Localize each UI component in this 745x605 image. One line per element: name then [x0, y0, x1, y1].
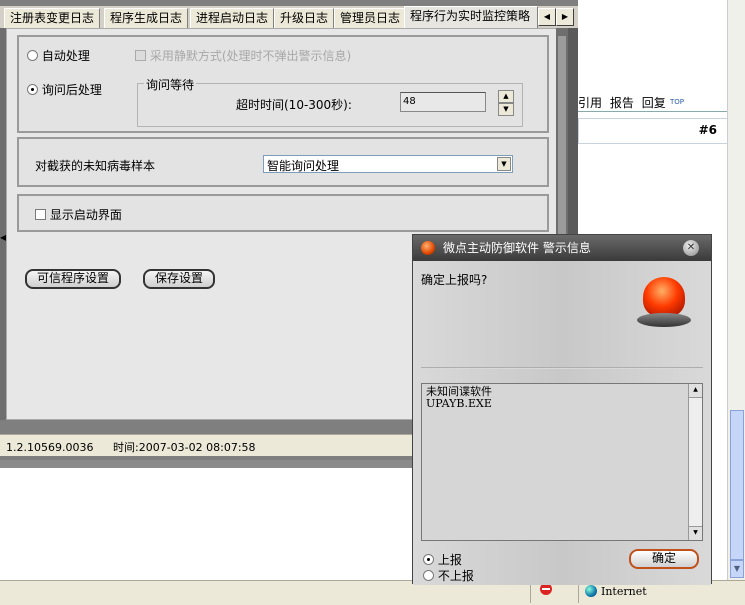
- internet-zone: Internet: [585, 585, 647, 598]
- divider: [578, 111, 728, 112]
- tab-bar: 注册表变更日志 程序生成日志 进程启动日志 升级日志 管理员日志 程序行为实时监…: [0, 6, 578, 28]
- tab-upgrade-log[interactable]: 升级日志: [274, 8, 335, 28]
- close-icon[interactable]: ✕: [683, 240, 699, 256]
- handling-group: 自动处理 采用静默方式(处理时不弹出警示信息) 询问后处理 询问等待 超时时间(…: [17, 35, 549, 133]
- virus-handling-select[interactable]: 智能询问处理 ▼: [263, 155, 513, 173]
- alert-dialog: 微点主动防御软件 警示信息 ✕ 确定上报吗? 未知间谍软件 UPAYB.EXE …: [412, 234, 712, 585]
- tab-behavior-policy[interactable]: 程序行为实时监控策略: [404, 6, 538, 28]
- message-line: UPAYB.EXE: [426, 397, 492, 410]
- startup-group: 显示启动界面: [17, 194, 549, 232]
- globe-icon: [585, 585, 597, 597]
- report-option[interactable]: 上报: [423, 551, 462, 568]
- message-scrollbar[interactable]: ▲ ▼: [688, 384, 702, 540]
- scroll-thumb[interactable]: [730, 410, 744, 560]
- tab-scroll-right-icon[interactable]: ▶: [556, 8, 574, 26]
- panel-scroll-thumb[interactable]: [558, 36, 566, 256]
- timeout-spinner[interactable]: ▲ ▼: [498, 90, 514, 116]
- scroll-down-arrow-icon[interactable]: ▼: [730, 560, 744, 578]
- alert-message-box[interactable]: 未知间谍软件 UPAYB.EXE ▲ ▼: [421, 383, 703, 541]
- report-link[interactable]: 报告: [610, 96, 634, 110]
- browser-scrollbar[interactable]: ▼: [727, 0, 745, 580]
- silent-option: 采用静默方式(处理时不弹出警示信息): [135, 47, 351, 64]
- silent-checkbox: [135, 50, 146, 61]
- post-header: #6: [578, 118, 728, 144]
- show-splash-checkbox[interactable]: [35, 209, 46, 220]
- time-label: 时间:: [112, 441, 139, 454]
- ask-handle-option[interactable]: 询问后处理: [27, 81, 102, 98]
- ok-button[interactable]: 确定: [629, 549, 699, 569]
- no-report-option[interactable]: 不上报: [423, 567, 474, 584]
- app-logo-icon: [421, 241, 435, 255]
- reply-link[interactable]: 回复: [642, 96, 666, 110]
- version-text: 1.2.10569.0036: [6, 441, 94, 454]
- trusted-programs-button[interactable]: 可信程序设置: [25, 269, 122, 289]
- post-actions: 引用 报告 回复: [578, 94, 670, 111]
- report-radio[interactable]: [423, 554, 434, 565]
- spin-down-icon[interactable]: ▼: [498, 103, 514, 116]
- time-value: 2007-03-02 08:07:58: [138, 441, 256, 454]
- tab-process-log[interactable]: 进程启动日志: [190, 8, 275, 28]
- ask-radio[interactable]: [27, 84, 38, 95]
- alarm-light-icon: [637, 277, 691, 331]
- chevron-down-icon[interactable]: ▼: [497, 157, 511, 171]
- auto-handle-option[interactable]: 自动处理: [27, 47, 90, 64]
- alert-body: 确定上报吗? 未知间谍软件 UPAYB.EXE ▲ ▼ 上报 不上报 确定: [413, 261, 711, 585]
- scroll-up-icon[interactable]: ▲: [689, 384, 702, 398]
- alert-title: 微点主动防御软件 警示信息: [443, 241, 591, 255]
- tab-registry-log[interactable]: 注册表变更日志: [4, 8, 101, 28]
- unknown-virus-group: 对截获的未知病毒样本 智能询问处理 ▼: [17, 137, 549, 187]
- alert-question: 确定上报吗?: [421, 273, 488, 287]
- tab-program-log[interactable]: 程序生成日志: [104, 8, 189, 28]
- scroll-down-icon[interactable]: ▼: [689, 526, 702, 540]
- tab-admin-log[interactable]: 管理员日志: [334, 8, 407, 28]
- save-settings-button[interactable]: 保存设置: [143, 269, 216, 289]
- alert-titlebar[interactable]: 微点主动防御软件 警示信息 ✕: [413, 235, 711, 261]
- auto-radio[interactable]: [27, 50, 38, 61]
- spin-up-icon[interactable]: ▲: [498, 90, 514, 103]
- wait-subgroup: 询问等待 超时时间(10-300秒): 48 ▲ ▼: [137, 76, 523, 127]
- top-link[interactable]: TOP: [670, 98, 684, 106]
- post-number: #6: [698, 123, 717, 137]
- unknown-virus-label: 对截获的未知病毒样本: [35, 159, 156, 173]
- timeout-label: 超时时间(10-300秒):: [236, 98, 352, 112]
- no-report-radio[interactable]: [423, 570, 434, 581]
- wait-legend: 询问等待: [144, 76, 197, 93]
- quote-link[interactable]: 引用: [578, 96, 602, 110]
- show-splash-option[interactable]: 显示启动界面: [35, 206, 122, 223]
- tab-scroll-left-icon[interactable]: ◀: [538, 8, 556, 26]
- timeout-input[interactable]: 48: [400, 92, 486, 112]
